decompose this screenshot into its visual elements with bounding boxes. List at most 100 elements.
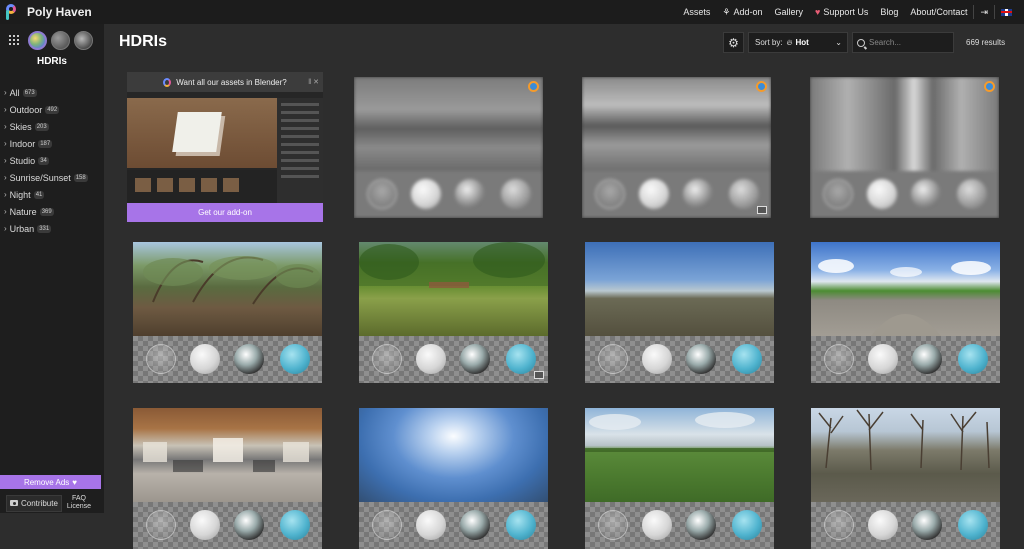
nav-assets-label: Assets <box>683 7 711 17</box>
texture-type-icon[interactable] <box>51 30 70 50</box>
gallery-icon <box>757 206 767 214</box>
hdri-card[interactable] <box>585 408 774 549</box>
blender-addon-ad[interactable]: Want all our assets in Blender? ‖ ✕ Get … <box>127 72 323 222</box>
remove-ads-button[interactable]: Remove Ads ♥ <box>0 475 101 489</box>
poly-haven-logo-icon <box>6 4 20 20</box>
ad-headline: Want all our assets in Blender? <box>176 77 287 87</box>
chevron-down-icon: ⌄ <box>835 38 842 47</box>
category-label: Nature <box>9 206 37 217</box>
meadow-clouds-graphic <box>585 412 774 452</box>
category-count: 369 <box>39 207 54 216</box>
hdri-spheres-preview <box>133 336 322 383</box>
clouds-road-graphic <box>818 259 991 336</box>
category-count: 158 <box>73 173 88 182</box>
sidebar-title: HDRIs <box>36 56 67 67</box>
nav-assets[interactable]: Assets <box>677 0 716 24</box>
hdri-preview-image <box>585 242 774 336</box>
hdri-card[interactable] <box>811 242 1000 383</box>
login-button[interactable]: ⇥ <box>974 0 994 24</box>
all-types-grid-icon[interactable] <box>9 35 19 45</box>
hdri-preview-image <box>585 408 774 502</box>
hdri-spheres-preview <box>354 171 543 218</box>
chevron-right-icon: › <box>4 173 7 182</box>
top-navigation-bar: Poly Haven Assets ⚘ Add-on Gallery ♥ Suppo… <box>0 0 1024 24</box>
page-title: HDRIs <box>119 33 168 50</box>
hdri-card[interactable] <box>359 408 548 549</box>
sidebar-footer: Contribute FAQ License <box>0 493 104 513</box>
category-count: 41 <box>33 190 45 199</box>
hdri-card[interactable] <box>133 408 322 549</box>
hdri-card[interactable] <box>582 77 771 218</box>
hdri-card[interactable] <box>359 242 548 383</box>
heart-icon: ♥ <box>72 477 78 487</box>
category-list: › All 673 › Outdoor 492 › Skies 203 › Indoor 187… <box>0 84 104 237</box>
contribute-button[interactable]: Contribute <box>6 494 62 512</box>
hdri-spheres-preview <box>585 502 774 549</box>
ad-close-icon[interactable]: ‖ ✕ <box>308 78 319 86</box>
hdri-spheres-preview <box>359 336 548 383</box>
hdri-spheres-preview <box>585 336 774 383</box>
blender-addon-badge-icon <box>984 81 995 92</box>
category-label: Outdoor <box>9 104 43 115</box>
hdri-preview-image <box>359 408 548 502</box>
nav-support[interactable]: ♥ Support Us <box>809 0 874 24</box>
category-label: Indoor <box>9 138 36 149</box>
nav-addon-label: Add-on <box>733 7 763 17</box>
blender-icon: ⚘ <box>722 6 731 17</box>
get-addon-button[interactable]: Get our add-on <box>127 203 323 222</box>
category-studio[interactable]: › Studio 34 <box>0 152 104 169</box>
nav-gallery[interactable]: Gallery <box>769 0 810 24</box>
settings-button[interactable]: ⚙ <box>723 32 744 53</box>
hdri-card[interactable] <box>133 242 322 383</box>
blender-addon-badge-icon <box>756 81 767 92</box>
chevron-right-icon: › <box>4 105 7 114</box>
ad-header: Want all our assets in Blender? ‖ ✕ <box>127 72 323 92</box>
hdri-preview-image <box>810 77 999 171</box>
asset-type-switcher <box>0 24 104 56</box>
category-label: Urban <box>9 223 35 234</box>
sort-dropdown[interactable]: Sort by: 🔥︎ Hot ⌄ <box>748 32 848 53</box>
hdri-preview-image <box>582 77 771 171</box>
hdri-card[interactable] <box>810 77 999 218</box>
category-outdoor[interactable]: › Outdoor 492 <box>0 101 104 118</box>
brand-name: Poly Haven <box>27 5 92 19</box>
category-count: 331 <box>37 224 52 233</box>
sort-value: Hot <box>795 38 809 47</box>
category-label: All <box>9 87 20 98</box>
gallery-icon <box>534 371 544 379</box>
hdri-card[interactable] <box>811 408 1000 549</box>
hdri-card[interactable] <box>354 77 543 218</box>
category-label: Studio <box>9 155 36 166</box>
category-all[interactable]: › All 673 <box>0 84 104 101</box>
results-count: 669 results <box>966 38 1006 47</box>
hdri-type-icon[interactable] <box>28 30 47 50</box>
search-input[interactable] <box>869 38 949 47</box>
hdri-preview-image <box>811 408 1000 502</box>
category-sunrise-sunset[interactable]: › Sunrise/Sunset 158 <box>0 169 104 186</box>
category-night[interactable]: › Night 41 <box>0 186 104 203</box>
category-nature[interactable]: › Nature 369 <box>0 203 104 220</box>
blender-addon-badge-icon <box>528 81 539 92</box>
chevron-right-icon: › <box>4 224 7 233</box>
search-box[interactable] <box>852 32 954 53</box>
nav-addon[interactable]: ⚘ Add-on <box>716 0 768 24</box>
category-count: 203 <box>34 122 49 131</box>
hdri-card[interactable] <box>585 242 774 383</box>
nav-blog[interactable]: Blog <box>874 0 904 24</box>
category-indoor[interactable]: › Indoor 187 <box>0 135 104 152</box>
poly-haven-logo-icon <box>163 77 172 87</box>
chevron-right-icon: › <box>4 122 7 131</box>
hdri-preview-image <box>354 77 543 171</box>
model-type-icon[interactable] <box>74 30 93 50</box>
category-urban[interactable]: › Urban 331 <box>0 220 104 237</box>
interior-room-graphic <box>143 438 309 472</box>
category-count: 492 <box>45 105 60 114</box>
faq-license-link[interactable]: FAQ License <box>67 495 91 511</box>
language-button[interactable] <box>995 0 1024 24</box>
contribute-label: Contribute <box>21 498 58 508</box>
category-skies[interactable]: › Skies 203 <box>0 118 104 135</box>
brand-link[interactable]: Poly Haven <box>0 0 92 24</box>
sort-label: Sort by: <box>755 38 783 47</box>
nav-about[interactable]: About/Contact <box>904 0 973 24</box>
top-nav-links: Assets ⚘ Add-on Gallery ♥ Support Us Blog … <box>677 0 1024 24</box>
